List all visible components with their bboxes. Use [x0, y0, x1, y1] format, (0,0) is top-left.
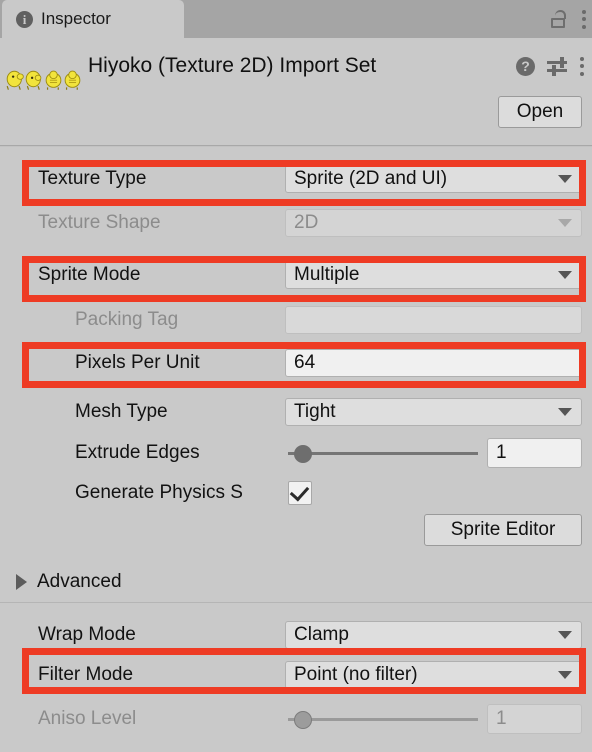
tabbar-actions [551, 0, 586, 38]
section-divider [0, 602, 592, 603]
sprite-editor-button[interactable]: Sprite Editor [424, 514, 582, 546]
dropdown-mesh-type[interactable]: Tight [285, 398, 582, 426]
dropdown-texture-shape-value: 2D [294, 212, 319, 233]
importer-title-row: Hiyoko (Texture 2D) Import Set ? [0, 48, 592, 84]
row-wrap-mode: Wrap Mode Clamp [0, 615, 592, 655]
row-extrude-edges: Extrude Edges 1 [0, 433, 592, 473]
label-sprite-mode: Sprite Mode [38, 264, 141, 285]
dropdown-texture-shape: 2D [285, 209, 582, 237]
row-sprite-editor: Sprite Editor [0, 510, 592, 550]
chick-sprite-3 [45, 70, 62, 90]
chick-sprite-2 [25, 70, 42, 90]
checkbox-generate-physics-shape[interactable] [288, 481, 312, 505]
page-title: Hiyoko (Texture 2D) Import Set [88, 54, 377, 77]
input-extrude-edges-value: 1 [496, 442, 507, 463]
label-packing-tag: Packing Tag [75, 309, 179, 330]
slider-track [288, 718, 478, 721]
label-extrude-edges: Extrude Edges [75, 442, 200, 463]
open-button[interactable]: Open [498, 96, 582, 128]
check-icon [289, 481, 310, 502]
row-advanced-foldout: Advanced [0, 562, 592, 602]
dropdown-wrap-mode[interactable]: Clamp [285, 621, 582, 649]
header-divider [0, 145, 592, 146]
chevron-down-icon [558, 219, 572, 227]
slider-extrude-edges[interactable] [288, 439, 478, 467]
kebab-menu-icon[interactable] [579, 56, 584, 76]
input-pixels-per-unit[interactable]: 64 [285, 349, 582, 377]
foldout-advanced-label: Advanced [37, 571, 122, 592]
help-icon[interactable]: ? [516, 56, 535, 76]
dropdown-filter-mode[interactable]: Point (no filter) [285, 661, 582, 689]
preset-sliders-icon[interactable] [547, 57, 567, 76]
dropdown-sprite-mode[interactable]: Multiple [285, 261, 582, 289]
label-texture-type: Texture Type [38, 168, 147, 189]
dropdown-filter-mode-value: Point (no filter) [294, 664, 418, 685]
input-aniso-level-value: 1 [496, 708, 507, 729]
slider-track [288, 452, 478, 455]
dropdown-sprite-mode-value: Multiple [294, 264, 360, 285]
input-packing-tag [285, 306, 582, 334]
row-pixels-per-unit: Pixels Per Unit 64 [0, 343, 592, 383]
row-packing-tag: Packing Tag [0, 300, 592, 340]
slider-handle [294, 711, 312, 729]
slider-handle[interactable] [294, 445, 312, 463]
import-settings-body: Texture Type Sprite (2D and UI) Texture … [0, 147, 592, 752]
chevron-down-icon [558, 671, 572, 679]
inspector-tabbar: i Inspector [0, 0, 592, 38]
row-generate-physics-shape: Generate Physics S [0, 473, 592, 513]
slider-aniso-level [288, 705, 478, 733]
label-texture-shape: Texture Shape [38, 212, 161, 233]
tab-inspector[interactable]: i Inspector [2, 0, 184, 38]
label-mesh-type: Mesh Type [75, 401, 168, 422]
row-texture-shape: Texture Shape 2D [0, 203, 592, 243]
info-icon: i [16, 10, 33, 28]
foldout-advanced[interactable]: Advanced [16, 571, 122, 593]
triangle-right-icon[interactable] [16, 574, 27, 590]
label-pixels-per-unit: Pixels Per Unit [75, 352, 200, 373]
chick-sprite-1 [6, 70, 24, 90]
dropdown-mesh-type-value: Tight [294, 401, 336, 422]
dropdown-wrap-mode-value: Clamp [294, 624, 349, 645]
label-wrap-mode: Wrap Mode [38, 624, 136, 645]
importer-header: Hiyoko (Texture 2D) Import Set ? Open [0, 38, 592, 146]
label-aniso-level: Aniso Level [38, 708, 137, 729]
tab-inspector-label: Inspector [41, 9, 111, 28]
unlocked-padlock-icon[interactable] [551, 10, 567, 28]
chevron-down-icon [558, 175, 572, 183]
chick-sprite-4 [64, 70, 81, 90]
row-aniso-level: Aniso Level 1 [0, 699, 592, 739]
row-mesh-type: Mesh Type Tight [0, 392, 592, 432]
input-aniso-level: 1 [487, 704, 582, 734]
label-generate-physics-shape: Generate Physics S [75, 482, 243, 503]
texture-preview-thumbnail [6, 65, 82, 91]
row-filter-mode: Filter Mode Point (no filter) [0, 655, 592, 695]
kebab-menu-icon[interactable] [581, 9, 586, 29]
header-actions: ? [516, 56, 584, 76]
row-sprite-mode: Sprite Mode Multiple [0, 255, 592, 295]
chevron-down-icon [558, 408, 572, 416]
dropdown-texture-type[interactable]: Sprite (2D and UI) [285, 165, 582, 193]
input-extrude-edges[interactable]: 1 [487, 438, 582, 468]
dropdown-texture-type-value: Sprite (2D and UI) [294, 168, 448, 189]
label-filter-mode: Filter Mode [38, 664, 134, 685]
input-pixels-per-unit-value: 64 [294, 352, 316, 373]
row-texture-type: Texture Type Sprite (2D and UI) [0, 159, 592, 199]
chevron-down-icon [558, 271, 572, 279]
chevron-down-icon [558, 631, 572, 639]
